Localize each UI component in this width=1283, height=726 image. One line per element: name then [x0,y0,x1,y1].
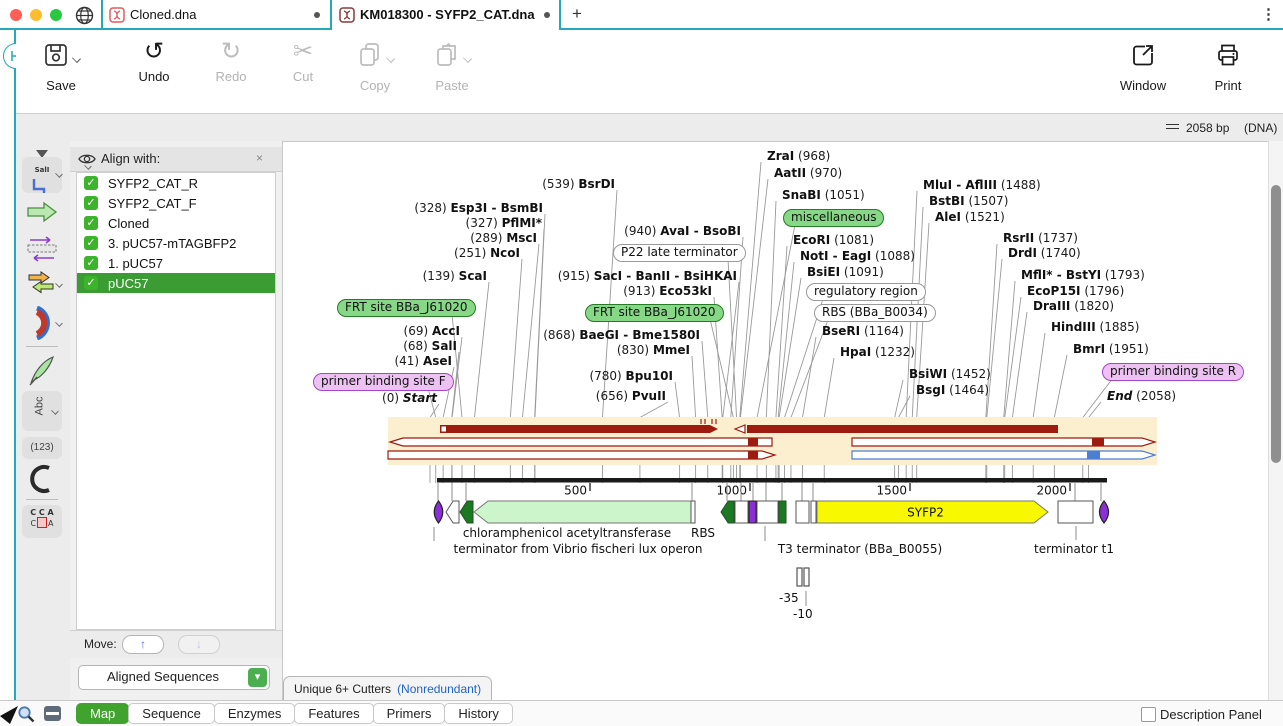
view-tab-sequence[interactable]: Sequence [128,703,215,724]
vertical-scrollbar[interactable] [1268,141,1283,700]
description-panel-label: Description Panel [1160,707,1262,722]
svg-text:1000: 1000 [716,484,747,498]
view-tab-enzymes[interactable]: Enzymes [214,703,295,724]
scrollbar-thumb[interactable] [1271,185,1281,463]
svg-text:500: 500 [564,484,587,498]
view-tab-map[interactable]: Map [76,703,129,724]
view-tab-features[interactable]: Features [294,703,373,724]
svg-text:1500: 1500 [876,484,907,498]
view-tab-primers[interactable]: Primers [373,703,446,724]
view-tabs: MapSequenceEnzymesFeaturesPrimersHistory [76,703,512,724]
nonredundant-link[interactable]: (Nonredundant) [397,682,481,696]
bottom-bar: MapSequenceEnzymesFeaturesPrimersHistory… [0,700,1283,726]
split-view-icon[interactable] [44,706,61,721]
svg-text:2000: 2000 [1036,484,1067,498]
description-panel-checkbox[interactable] [1141,707,1156,722]
cutters-label: Unique 6+ Cutters [294,682,391,696]
application-window: Cloned.dna KM018300 - SYFP2_CAT.dna + ⋮ [0,0,1283,726]
mouse-cursor [0,703,20,726]
svg-text:SYFP2: SYFP2 [907,506,944,520]
cutters-filter-bar: Unique 6+ Cutters (Nonredundant) [283,676,492,700]
view-tab-history[interactable]: History [444,703,512,724]
plasmid-map-canvas[interactable]: 500 1000 1500 2000 SYFP2 [0,0,1283,726]
